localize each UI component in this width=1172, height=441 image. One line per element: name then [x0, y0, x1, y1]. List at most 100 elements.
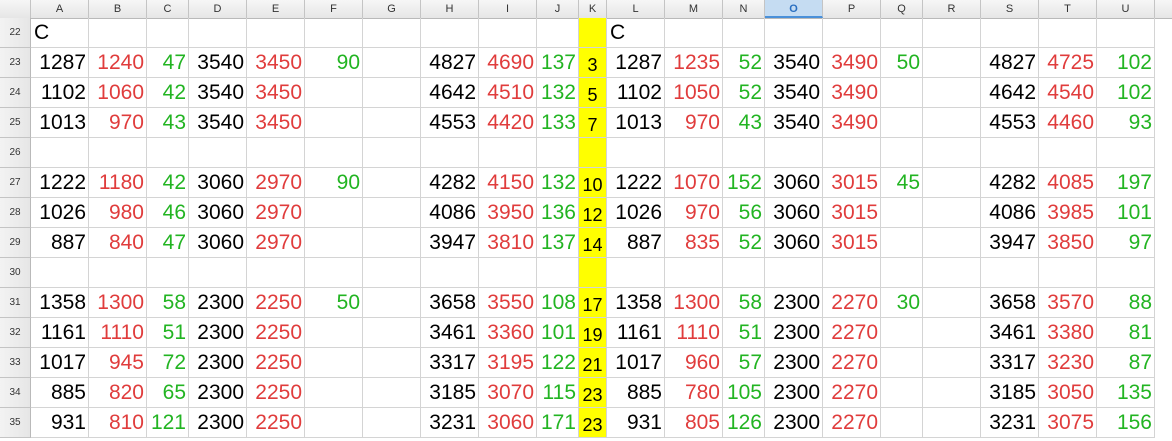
cell-o24[interactable]: 3540 [765, 78, 823, 108]
cell-n31[interactable]: 58 [723, 288, 765, 318]
cell-m22[interactable] [665, 18, 723, 48]
cell-i33[interactable]: 3195 [479, 348, 537, 378]
cell-t26[interactable] [1039, 138, 1097, 168]
cell-f29[interactable] [305, 228, 363, 258]
cell-s28[interactable]: 4086 [981, 198, 1039, 228]
cell-e30[interactable] [247, 258, 305, 288]
cell-c34[interactable]: 65 [147, 378, 189, 408]
cell-b26[interactable] [89, 138, 147, 168]
cell-q32[interactable] [881, 318, 923, 348]
cell-r34[interactable] [923, 378, 981, 408]
cell-g25[interactable] [363, 108, 421, 138]
cell-g34[interactable] [363, 378, 421, 408]
cell-e34[interactable]: 2250 [247, 378, 305, 408]
cell-o32[interactable]: 2300 [765, 318, 823, 348]
cell-j23[interactable]: 137 [537, 48, 579, 78]
cell-b32[interactable]: 1110 [89, 318, 147, 348]
cell-s34[interactable]: 3185 [981, 378, 1039, 408]
cell-d32[interactable]: 2300 [189, 318, 247, 348]
row-header[interactable]: 28 [0, 198, 31, 228]
cell-p31[interactable]: 2270 [823, 288, 881, 318]
cell-b29[interactable]: 840 [89, 228, 147, 258]
cell-j35[interactable]: 171 [537, 408, 579, 438]
column-header-b[interactable]: B [89, 0, 147, 18]
cell-a30[interactable] [31, 258, 89, 288]
cell-n23[interactable]: 52 [723, 48, 765, 78]
cell-p28[interactable]: 3015 [823, 198, 881, 228]
cell-q33[interactable] [881, 348, 923, 378]
cell-s35[interactable]: 3231 [981, 408, 1039, 438]
cell-b28[interactable]: 980 [89, 198, 147, 228]
column-header-n[interactable]: N [723, 0, 765, 18]
cell-s23[interactable]: 4827 [981, 48, 1039, 78]
cell-s29[interactable]: 3947 [981, 228, 1039, 258]
cell-n34[interactable]: 105 [723, 378, 765, 408]
cell-r29[interactable] [923, 228, 981, 258]
cell-d31[interactable]: 2300 [189, 288, 247, 318]
cell-n35[interactable]: 126 [723, 408, 765, 438]
cell-d35[interactable]: 2300 [189, 408, 247, 438]
cell-n27[interactable]: 152 [723, 168, 765, 198]
cell-m35[interactable]: 805 [665, 408, 723, 438]
column-header-m[interactable]: M [665, 0, 723, 18]
cell-s33[interactable]: 3317 [981, 348, 1039, 378]
cell-e23[interactable]: 3450 [247, 48, 305, 78]
cell-r24[interactable] [923, 78, 981, 108]
cell-j26[interactable] [537, 138, 579, 168]
cell-i24[interactable]: 4510 [479, 78, 537, 108]
cell-u28[interactable]: 101 [1097, 198, 1155, 228]
cell-d30[interactable] [189, 258, 247, 288]
cell-l28[interactable]: 1026 [607, 198, 665, 228]
cell-q30[interactable] [881, 258, 923, 288]
cell-j25[interactable]: 133 [537, 108, 579, 138]
cell-q34[interactable] [881, 378, 923, 408]
cell-r25[interactable] [923, 108, 981, 138]
cell-e25[interactable]: 3450 [247, 108, 305, 138]
cell-i30[interactable] [479, 258, 537, 288]
cell-t35[interactable]: 3075 [1039, 408, 1097, 438]
cell-d34[interactable]: 2300 [189, 378, 247, 408]
cell-f31[interactable]: 50 [305, 288, 363, 318]
cell-a26[interactable] [31, 138, 89, 168]
column-header-d[interactable]: D [189, 0, 247, 18]
cell-p30[interactable] [823, 258, 881, 288]
cell-a24[interactable]: 1102 [31, 78, 89, 108]
cell-e32[interactable]: 2250 [247, 318, 305, 348]
cell-f35[interactable] [305, 408, 363, 438]
cell-r27[interactable] [923, 168, 981, 198]
cell-n22[interactable] [723, 18, 765, 48]
cell-m26[interactable] [665, 138, 723, 168]
cell-r23[interactable] [923, 48, 981, 78]
cell-e24[interactable]: 3450 [247, 78, 305, 108]
cell-t29[interactable]: 3850 [1039, 228, 1097, 258]
cell-s32[interactable]: 3461 [981, 318, 1039, 348]
cell-g26[interactable] [363, 138, 421, 168]
cell-d25[interactable]: 3540 [189, 108, 247, 138]
cell-c26[interactable] [147, 138, 189, 168]
cell-k29[interactable]: 14 [579, 228, 607, 258]
cell-d24[interactable]: 3540 [189, 78, 247, 108]
cell-a23[interactable]: 1287 [31, 48, 89, 78]
cell-q22[interactable] [881, 18, 923, 48]
cell-g29[interactable] [363, 228, 421, 258]
cell-i28[interactable]: 3950 [479, 198, 537, 228]
cell-g30[interactable] [363, 258, 421, 288]
cell-e33[interactable]: 2250 [247, 348, 305, 378]
cell-e29[interactable]: 2970 [247, 228, 305, 258]
column-header-l[interactable]: L [607, 0, 665, 18]
cell-b22[interactable] [89, 18, 147, 48]
cell-m27[interactable]: 1070 [665, 168, 723, 198]
cell-a32[interactable]: 1161 [31, 318, 89, 348]
cell-i32[interactable]: 3360 [479, 318, 537, 348]
cell-p26[interactable] [823, 138, 881, 168]
cell-t31[interactable]: 3570 [1039, 288, 1097, 318]
cell-t28[interactable]: 3985 [1039, 198, 1097, 228]
cell-t30[interactable] [1039, 258, 1097, 288]
row-header[interactable]: 24 [0, 78, 31, 108]
cell-o28[interactable]: 3060 [765, 198, 823, 228]
cell-u27[interactable]: 197 [1097, 168, 1155, 198]
cell-k25[interactable]: 7 [579, 108, 607, 138]
cell-o27[interactable]: 3060 [765, 168, 823, 198]
cell-o29[interactable]: 3060 [765, 228, 823, 258]
cell-k26[interactable] [579, 138, 607, 168]
